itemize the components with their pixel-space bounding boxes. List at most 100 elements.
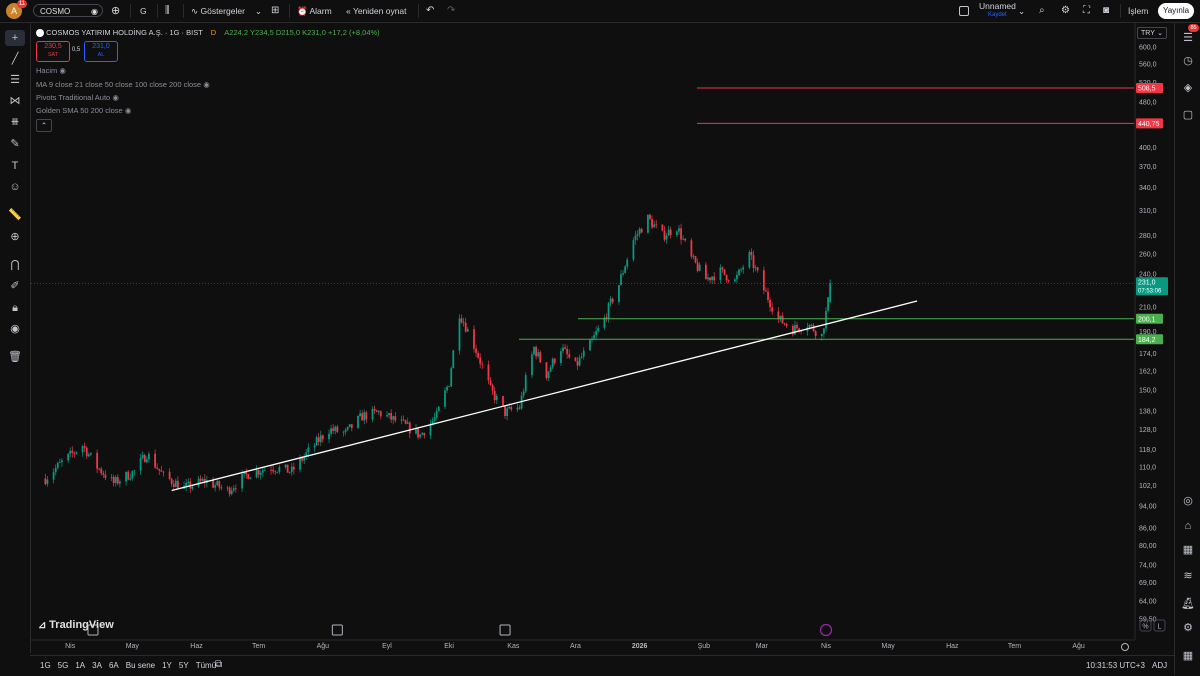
candle-body <box>607 303 610 320</box>
eye-icon[interactable]: ◉ <box>112 93 119 102</box>
trendline-tool-icon[interactable]: ╱ <box>5 51 25 67</box>
symbol-search-input[interactable]: COSMO ◉ <box>33 4 103 17</box>
range-button[interactable]: 1A <box>75 661 85 670</box>
candle-body <box>377 411 380 413</box>
range-button[interactable]: 6A <box>109 661 119 670</box>
crosshair-icon[interactable]: + <box>5 30 25 46</box>
hide-drawings-icon[interactable]: ◉ <box>5 321 25 337</box>
currency-selector[interactable]: TRY ⌄ <box>1137 27 1167 39</box>
range-button[interactable]: 3A <box>92 661 102 670</box>
fullscreen-icon[interactable]: ⛶ <box>1083 4 1090 18</box>
adjust-toggle[interactable]: ADJ <box>1152 661 1167 670</box>
alarm-button[interactable]: ⏰ Alarm <box>297 4 332 18</box>
range-button[interactable]: Tümü <box>196 661 216 670</box>
range-button[interactable]: Bu sene <box>126 661 155 670</box>
layout-checkbox-icon[interactable] <box>959 6 969 16</box>
ideas-icon[interactable]: ⌂ <box>1180 518 1196 534</box>
watchlist-icon[interactable]: ☰ <box>1180 30 1196 46</box>
indicator-pivots[interactable]: Pivots Traditional Auto ◉ <box>36 93 119 102</box>
layout-name[interactable]: Unnamed <box>979 2 1016 11</box>
apps-grid-icon[interactable]: ▦ <box>1180 648 1196 664</box>
interval-button[interactable]: G <box>140 4 147 18</box>
quick-search-icon[interactable]: ⌕ <box>1039 4 1045 18</box>
candle-body <box>477 353 480 358</box>
candle-body <box>69 450 72 454</box>
range-button[interactable]: 1G <box>40 661 51 670</box>
date-range-selector: 1G 5G 1A 3A 6A Bu sene 1Y 5Y Tümü <box>40 661 223 670</box>
emoji-tool-icon[interactable]: ☺ <box>5 179 25 195</box>
eye-icon[interactable]: ◉ <box>59 66 66 75</box>
brush-tool-icon[interactable]: ✎ <box>5 136 25 152</box>
candle-body <box>58 462 61 463</box>
horizontal-lines-tool-icon[interactable]: ☰ <box>5 72 25 88</box>
magnet-icon[interactable]: ⋂ <box>5 257 25 273</box>
layers-icon[interactable]: ◈ <box>1180 80 1196 96</box>
candle-body <box>259 472 262 475</box>
range-button[interactable]: 1Y <box>162 661 172 670</box>
pattern-tool-icon[interactable]: ⋈ <box>5 93 25 109</box>
time-tick-label: Nis <box>65 643 76 650</box>
lock-drawings-icon[interactable]: ✐ <box>5 278 25 294</box>
target-icon[interactable]: ◎ <box>1180 493 1196 509</box>
candle-body <box>713 276 716 281</box>
indicator-volume[interactable]: Hacim ◉ <box>36 66 66 75</box>
clock-time[interactable]: 10:31:53 UTC+3 <box>1086 661 1145 670</box>
zoom-icon[interactable]: ⊕ <box>5 229 25 245</box>
undo-icon[interactable]: ↶ <box>426 4 434 18</box>
candle-body <box>609 298 612 304</box>
candle-body <box>172 483 175 488</box>
collapse-legend-button[interactable]: ⌃ <box>36 119 52 132</box>
indicator-ma[interactable]: MA 9 close 21 close 50 close 100 close 2… <box>36 80 210 89</box>
scale-button-label: L <box>1158 624 1162 631</box>
redo-icon[interactable]: ↷ <box>447 4 455 18</box>
notification-bell-icon[interactable]: 🔔︎ <box>1180 596 1196 612</box>
compare-add-icon[interactable]: ⊕ <box>111 4 120 18</box>
spread-value: 0,5 <box>71 47 81 53</box>
goto-date-icon[interactable]: ⧉ <box>215 659 222 670</box>
account-icon[interactable]: ⚙ <box>1180 620 1196 636</box>
candle-body <box>794 324 796 335</box>
candle-body <box>110 477 113 478</box>
templates-icon[interactable]: ⊞ <box>271 4 279 18</box>
time-tick-label: Ağu <box>317 643 330 650</box>
candle-body <box>342 431 345 433</box>
price-chart[interactable]: 600,0560,0520,0480,0440,0400,0370,0340,0… <box>0 0 1200 675</box>
candle-body <box>522 391 525 396</box>
candle-body <box>419 434 422 438</box>
candle-body <box>723 269 726 275</box>
divider <box>289 4 290 18</box>
candle-body <box>767 291 769 301</box>
price-tick-label: 128,0 <box>1139 427 1157 434</box>
broadcast-icon[interactable]: ≋ <box>1180 568 1196 584</box>
ruler-tool-icon[interactable]: 📏 <box>5 207 25 223</box>
indicator-golden-sma[interactable]: Golden SMA 50 200 close ◉ <box>36 106 131 115</box>
replay-button[interactable]: « Yeniden oynat <box>346 4 407 18</box>
candle-body <box>276 471 279 473</box>
eye-icon[interactable]: ◉ <box>203 80 210 89</box>
trash-icon[interactable]: 🗑︎ <box>5 349 25 365</box>
candle-body <box>489 380 492 385</box>
chat-icon[interactable]: ▢ <box>1180 107 1196 123</box>
publish-button[interactable]: Yayınla <box>1158 3 1194 19</box>
eye-icon[interactable]: ◉ <box>125 106 132 115</box>
trade-button[interactable]: İşlem <box>1128 4 1148 18</box>
candle-body <box>350 424 353 428</box>
indicators-button[interactable]: ∿ Göstergeler ⌄ <box>191 4 262 18</box>
range-button[interactable]: 5G <box>58 661 69 670</box>
candle-body <box>754 267 757 269</box>
fib-tool-icon[interactable]: ⧻ <box>5 114 25 130</box>
sell-button[interactable]: 230,5 SAT <box>36 41 70 62</box>
chart-type-icon[interactable]: ⫼ <box>165 4 170 18</box>
gear-icon[interactable]: ⚙ <box>1061 4 1070 18</box>
chevron-down-icon[interactable]: ⌄ <box>1018 4 1025 18</box>
lock-icon[interactable]: 🔒︎ <box>5 300 25 316</box>
buy-button[interactable]: 231,0 AL <box>84 41 118 62</box>
alerts-clock-icon[interactable]: ◷ <box>1180 53 1196 69</box>
price-tick-label: 110,0 <box>1139 464 1156 471</box>
text-tool-icon[interactable]: T <box>5 158 25 174</box>
candle-body <box>421 433 424 435</box>
candle-body <box>479 357 482 364</box>
camera-icon[interactable]: ◙ <box>1103 4 1109 18</box>
calendar-icon[interactable]: ▦ <box>1180 542 1196 558</box>
range-button[interactable]: 5Y <box>179 661 189 670</box>
